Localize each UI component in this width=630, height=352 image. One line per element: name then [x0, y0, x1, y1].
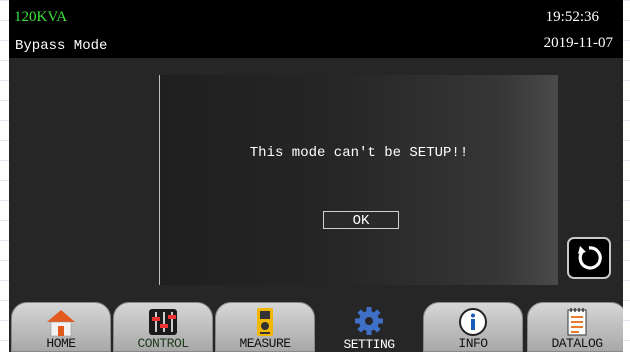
alert-dialog: This mode can't be SETUP!! OK: [159, 75, 558, 285]
tab-home[interactable]: HOME: [11, 302, 111, 352]
tab-measure[interactable]: MEASURE: [215, 302, 315, 352]
clock-date: 2019-11-07: [543, 35, 613, 51]
refresh-button[interactable]: [567, 237, 611, 279]
info-icon: [459, 308, 487, 336]
home-icon: [47, 310, 75, 337]
tab-setting-label: SETTING: [343, 337, 395, 352]
tab-info[interactable]: INFO: [423, 302, 523, 352]
tab-control[interactable]: CONTROL: [113, 302, 213, 352]
mode-label: Bypass Mode: [15, 38, 108, 54]
capacity-label: 120KVA: [14, 9, 68, 25]
dialog-message: This mode can't be SETUP!!: [249, 145, 469, 161]
meter-icon: [257, 308, 273, 336]
tab-datalog[interactable]: DATALOG: [527, 302, 623, 352]
clock-time: 19:52:36: [545, 9, 599, 25]
status-bar: 120KVA Bypass Mode 19:52:36 2019-11-07: [9, 0, 623, 58]
notepad-icon: [567, 308, 587, 336]
tab-setting[interactable]: SETTING: [319, 302, 419, 352]
hmi-screen: 120KVA Bypass Mode 19:52:36 2019-11-07 T…: [9, 0, 623, 352]
tab-datalog-label: DATALOG: [551, 336, 603, 351]
refresh-icon: [578, 246, 602, 270]
ok-button[interactable]: OK: [323, 211, 399, 229]
tab-control-label: CONTROL: [137, 336, 189, 351]
bottom-nav: HOME CONTROL MEASURE SETTING INFO DATALO…: [9, 298, 623, 352]
tab-measure-label: MEASURE: [239, 336, 291, 351]
gear-icon: [355, 307, 383, 335]
sliders-icon: [149, 309, 177, 335]
tab-home-label: HOME: [46, 336, 76, 351]
tab-info-label: INFO: [458, 336, 488, 351]
